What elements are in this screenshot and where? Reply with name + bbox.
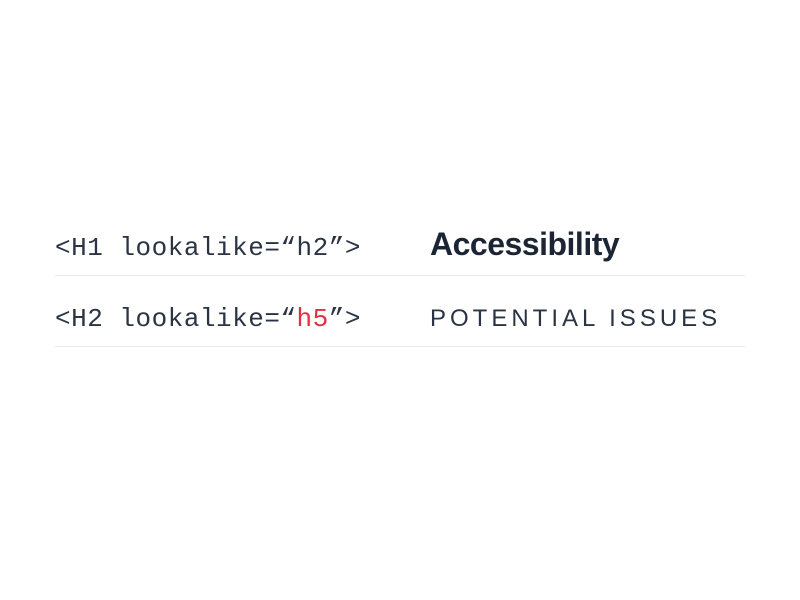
code-prefix: <H1 lookalike=“ (55, 233, 297, 263)
heading-row-2: <H2 lookalike=“h5”> POTENTIAL ISSUES (55, 304, 745, 347)
code-tag-h2: <H2 lookalike=“h5”> (55, 304, 430, 334)
rendered-heading-potential-issues: POTENTIAL ISSUES (430, 305, 721, 333)
code-tag-h1: <H1 lookalike=“h2”> (55, 233, 430, 263)
rendered-heading-accessibility: Accessibility (430, 226, 619, 263)
code-suffix: ”> (329, 233, 361, 263)
code-attr-value-highlighted: h5 (297, 304, 329, 334)
heading-row-1: <H1 lookalike=“h2”> Accessibility (55, 226, 745, 276)
code-attr-value: h2 (297, 233, 329, 263)
code-prefix: <H2 lookalike=“ (55, 304, 297, 334)
code-suffix: ”> (329, 304, 361, 334)
